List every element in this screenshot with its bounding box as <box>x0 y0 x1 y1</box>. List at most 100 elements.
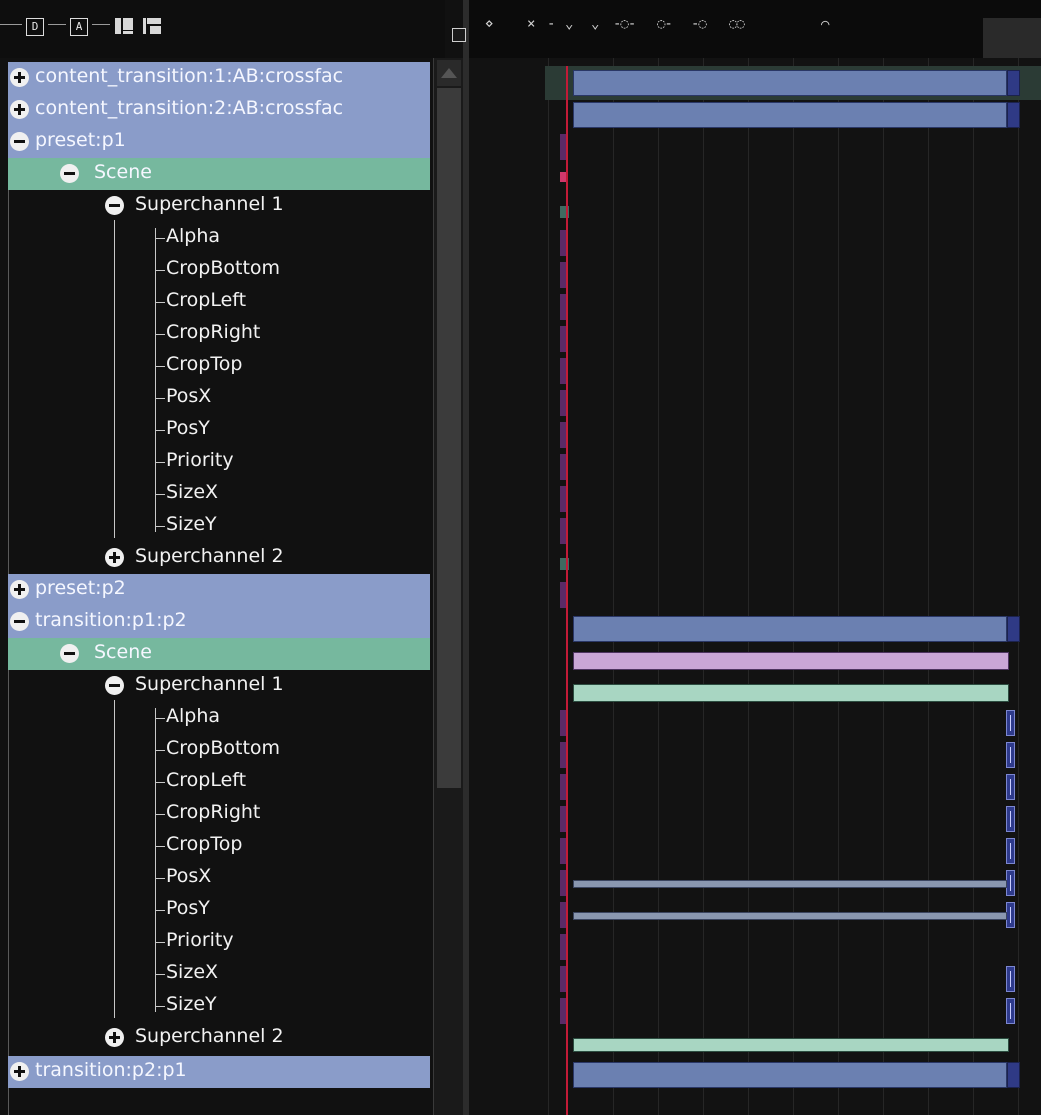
tree-row-property[interactable]: CropLeft <box>8 286 430 318</box>
collapse-icon[interactable] <box>60 164 79 183</box>
keyframe-marker[interactable] <box>1006 902 1015 928</box>
tree-row-property[interactable]: PosY <box>8 414 430 446</box>
tree-branch-line <box>155 430 165 431</box>
clip-end-handle[interactable] <box>1007 616 1020 642</box>
interpolation-line[interactable] <box>573 880 1007 888</box>
tree-branch-line <box>155 526 165 527</box>
clip-end-handle[interactable] <box>1007 102 1020 128</box>
keyframe-marker[interactable] <box>1006 998 1015 1024</box>
clip-bar[interactable] <box>573 70 1007 96</box>
clip-cross-icon[interactable]: -◌ <box>691 16 707 32</box>
tree-row-property[interactable]: PosX <box>8 382 430 414</box>
tree-row-content-transition-2[interactable]: content_transition:2:AB:crossfac <box>8 94 430 126</box>
keyframe-marker[interactable] <box>1006 870 1015 896</box>
tree-row-property[interactable]: CropTop <box>8 830 430 862</box>
keyframe-marker[interactable] <box>1006 966 1015 992</box>
tree-row-property[interactable]: SizeX <box>8 958 430 990</box>
collapse-icon[interactable] <box>105 196 124 215</box>
tree-row-property[interactable]: CropTop <box>8 350 430 382</box>
timeline-gridline <box>703 58 704 1115</box>
clip-bar-superchannel[interactable] <box>573 684 1009 702</box>
keyframe-marker[interactable] <box>1006 774 1015 800</box>
tree-row-property[interactable]: SizeY <box>8 510 430 542</box>
tree-row-content-transition-1[interactable]: content_transition:1:AB:crossfac <box>8 62 430 94</box>
tree-row-property[interactable]: CropLeft <box>8 766 430 798</box>
keyframe-down-icon[interactable]: ⌄ <box>565 16 574 32</box>
collapse-icon[interactable] <box>10 132 29 151</box>
tree-row-property[interactable]: Alpha <box>8 702 430 734</box>
timeline-area[interactable] <box>469 58 1041 1115</box>
keyframe-marker[interactable] <box>1006 806 1015 832</box>
expand-icon[interactable] <box>105 548 124 567</box>
clip-bar[interactable] <box>573 1062 1007 1088</box>
clip-left-icon[interactable]: -◌- <box>613 16 636 32</box>
tree-branch-line <box>155 302 165 303</box>
tree-row-transition-p2-p1[interactable]: transition:p2:p1 <box>8 1056 430 1088</box>
scroll-up-arrow-icon[interactable] <box>437 60 461 86</box>
keyframe-marker[interactable] <box>1006 710 1015 736</box>
tree-row-transition-p1-p2[interactable]: transition:p1:p2 <box>8 606 430 638</box>
expand-icon[interactable] <box>10 68 29 87</box>
tree-row-property[interactable]: Alpha <box>8 222 430 254</box>
tree-row-preset-p2[interactable]: preset:p2 <box>8 574 430 606</box>
tree-row-preset-p1[interactable]: preset:p1 <box>8 126 430 158</box>
timeline-gridline <box>748 58 749 1115</box>
tree-row-property[interactable]: CropBottom <box>8 254 430 286</box>
clip-end-handle[interactable] <box>1007 1062 1020 1088</box>
tree-row-superchannel[interactable]: Superchannel 2 <box>8 1022 430 1054</box>
film-button[interactable] <box>112 12 138 38</box>
scrollbar-thumb[interactable] <box>437 88 461 788</box>
tree-row-superchannel[interactable]: Superchannel 1 <box>8 190 430 222</box>
clip-double-icon[interactable]: ◌◌ <box>729 16 745 32</box>
keyframe-marker[interactable] <box>1006 742 1015 768</box>
tree-branch-line <box>155 942 165 943</box>
collapse-icon[interactable] <box>60 644 79 663</box>
tree-row-property[interactable]: SizeY <box>8 990 430 1022</box>
tree-branch-line <box>155 814 165 815</box>
collapse-icon[interactable] <box>10 612 29 631</box>
keyframe-marker[interactable] <box>1006 838 1015 864</box>
clip-end-handle[interactable] <box>1007 70 1020 96</box>
tree-branch-line <box>155 270 165 271</box>
tree-branch-line <box>155 1006 165 1007</box>
timeline-gridline <box>973 58 974 1115</box>
tree-row-scene[interactable]: Scene <box>8 158 430 190</box>
collapse-icon[interactable] <box>105 676 124 695</box>
tree-row-property[interactable]: CropRight <box>8 318 430 350</box>
playhead[interactable] <box>566 66 568 1115</box>
interpolation-line[interactable] <box>573 912 1007 920</box>
expand-icon[interactable] <box>10 1062 29 1081</box>
save-button[interactable] <box>140 12 166 38</box>
clip-bar[interactable] <box>573 102 1007 128</box>
keyframe-x-icon[interactable]: × <box>527 16 536 32</box>
timeline-gridline <box>1018 58 1019 1115</box>
tree-row-superchannel[interactable]: Superchannel 1 <box>8 670 430 702</box>
clip-bar[interactable] <box>573 616 1007 642</box>
keyframe-down-2-icon[interactable]: ⌄ <box>591 16 600 32</box>
keyframe-diamond-icon[interactable]: ⋄ <box>485 16 494 32</box>
tree-row-property[interactable]: CropRight <box>8 798 430 830</box>
curve-icon[interactable]: ⌒ <box>821 16 830 32</box>
clip-bar-scene[interactable] <box>573 652 1009 670</box>
tree-row-property[interactable]: Priority <box>8 446 430 478</box>
tree-branch-line <box>155 974 165 975</box>
splitter-handle[interactable] <box>452 28 466 42</box>
tree-row-property[interactable]: SizeX <box>8 478 430 510</box>
toolbar-separator <box>92 24 110 25</box>
tree-row-property[interactable]: CropBottom <box>8 734 430 766</box>
tree-row-property[interactable]: Priority <box>8 926 430 958</box>
timeline-gridline <box>658 58 659 1115</box>
timeline-gridline <box>883 58 884 1115</box>
add-d-button[interactable]: D <box>22 12 48 38</box>
add-a-button[interactable]: A <box>66 12 92 38</box>
expand-icon[interactable] <box>105 1028 124 1047</box>
tree-row-scene[interactable]: Scene <box>8 638 430 670</box>
tree-row-superchannel[interactable]: Superchannel 2 <box>8 542 430 574</box>
expand-icon[interactable] <box>10 100 29 119</box>
tree-branch-line <box>155 782 165 783</box>
clip-bar-superchannel[interactable] <box>573 1038 1009 1052</box>
expand-icon[interactable] <box>10 580 29 599</box>
tree-row-property[interactable]: PosX <box>8 862 430 894</box>
clip-right-icon[interactable]: ◌- <box>657 16 673 32</box>
tree-row-property[interactable]: PosY <box>8 894 430 926</box>
